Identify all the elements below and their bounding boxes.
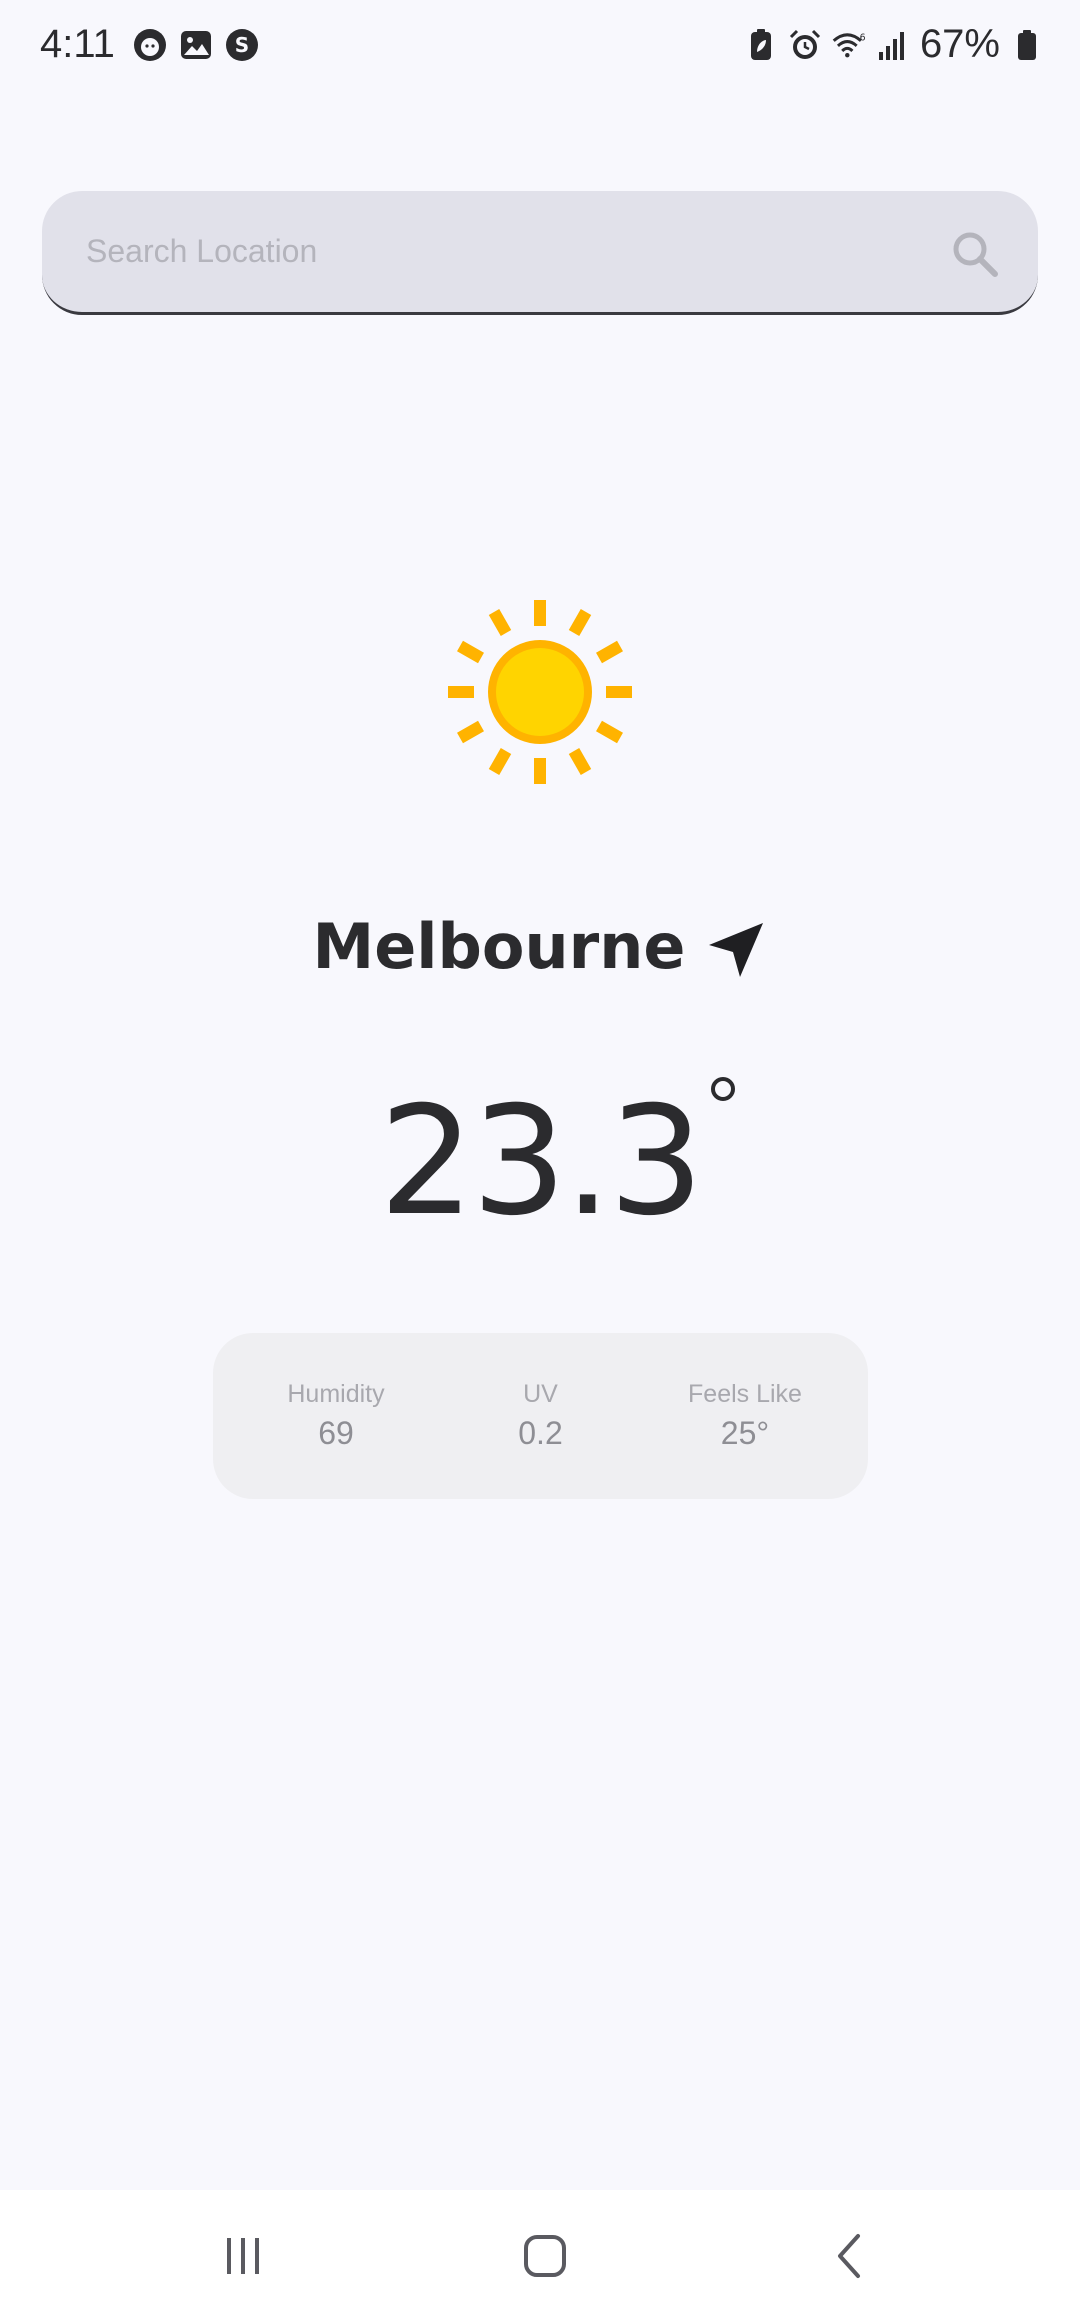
svg-text:6: 6: [860, 32, 866, 43]
back-icon: [838, 2234, 860, 2278]
stat-humidity: Humidity 69: [251, 1380, 421, 1452]
status-left: 4:11 S: [40, 22, 259, 67]
wifi-icon: 6: [832, 28, 866, 62]
home-icon: [524, 2235, 566, 2277]
s-app-icon: S: [225, 28, 259, 62]
battery-percent: 67%: [919, 22, 1000, 66]
battery-icon: [1010, 28, 1044, 62]
stat-label: Feels Like: [688, 1380, 802, 1408]
temperature-block: 23.3: [0, 1075, 1080, 1249]
search-icon[interactable]: [950, 229, 1000, 279]
battery-saver-icon: [744, 28, 778, 62]
temperature-value: 23.3: [379, 1075, 735, 1249]
temperature-number: 23.3: [379, 1075, 704, 1249]
location-arrow-icon[interactable]: [705, 919, 767, 981]
search-bar[interactable]: [42, 191, 1038, 315]
back-button[interactable]: [810, 2216, 890, 2296]
city-name: Melbourne: [312, 910, 686, 983]
recent-apps-button[interactable]: [203, 2216, 283, 2296]
city-row: Melbourne: [0, 910, 1080, 983]
home-button[interactable]: [505, 2216, 585, 2296]
status-bar: 4:11 S 6 67%: [0, 0, 1080, 100]
stat-value: 0.2: [518, 1415, 563, 1451]
alarm-icon: [788, 28, 822, 62]
svg-text:S: S: [235, 33, 249, 57]
gallery-icon: [179, 28, 213, 62]
sun-icon: [440, 592, 640, 792]
status-right: 6 67%: [744, 22, 1044, 67]
stat-label: UV: [523, 1380, 558, 1408]
weather-stats-card: Humidity 69 UV 0.2 Feels Like 25°: [213, 1333, 868, 1499]
cat-face-icon: [133, 28, 167, 62]
status-time: 4:11: [40, 22, 115, 66]
stat-uv: UV 0.2: [456, 1380, 626, 1452]
search-input[interactable]: [84, 232, 908, 271]
signal-icon: [876, 28, 910, 62]
degree-icon: [710, 1077, 735, 1101]
stat-feels-like: Feels Like 25°: [660, 1380, 830, 1452]
recent-apps-icon: [227, 2238, 259, 2274]
stat-value: 25°: [720, 1415, 770, 1451]
stat-label: Humidity: [287, 1380, 385, 1408]
stat-value: 69: [318, 1415, 354, 1451]
system-nav-bar: [0, 2190, 1080, 2316]
